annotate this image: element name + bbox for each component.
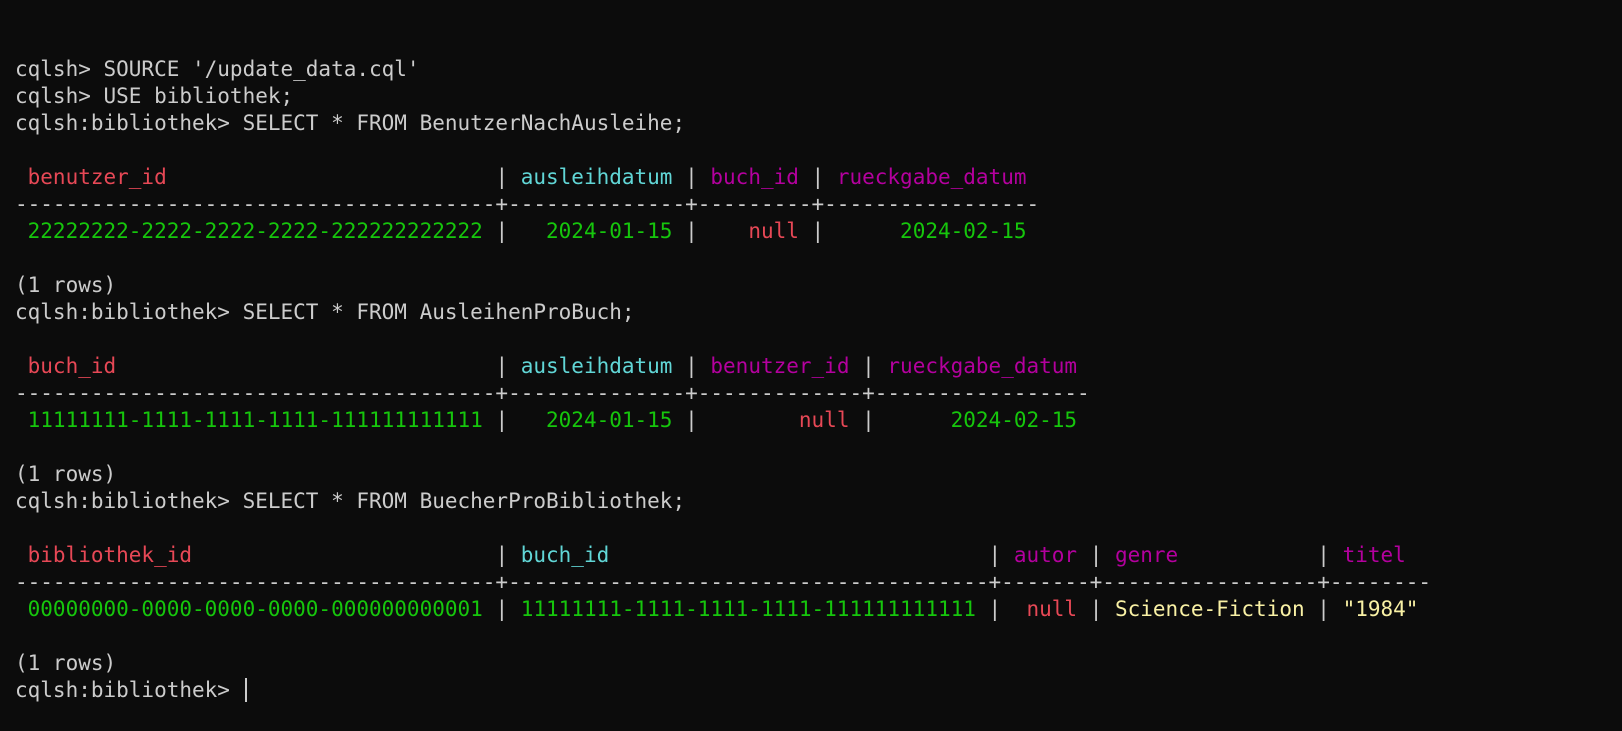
text-segment: cqlsh:bibliothek> SELECT * FROM Benutzer…	[15, 111, 686, 135]
text-segment: 2024-02-15	[900, 219, 1027, 243]
table-row: 00000000-0000-0000-0000-000000000001 | 1…	[15, 596, 1622, 623]
text-segment: autor	[1013, 543, 1078, 567]
text-segment: |	[672, 408, 799, 432]
text-segment: --------------------------------------+-…	[15, 192, 1040, 216]
text-segment: --------------------------------------+-…	[15, 570, 1432, 594]
table-separator: --------------------------------------+-…	[15, 569, 1622, 596]
text-segment: 11111111-1111-1111-1111-111111111111	[520, 597, 976, 621]
text-segment: |	[672, 165, 711, 189]
text-segment: cqlsh> USE bibliothek;	[15, 84, 294, 108]
text-segment: |	[1304, 597, 1343, 621]
text-segment: cqlsh:bibliothek> SELECT * FROM BuecherP…	[15, 489, 686, 513]
text-segment: rueckgabe_datum	[887, 354, 1078, 378]
text-segment: 2024-01-15	[546, 408, 673, 432]
text-segment: |	[975, 543, 1014, 567]
text-segment: benutzer_id	[710, 354, 850, 378]
text-segment: null	[748, 219, 799, 243]
table-separator: --------------------------------------+-…	[15, 191, 1622, 218]
text-segment: |	[1304, 543, 1343, 567]
text-segment: cqlsh> SOURCE '/update_data.cql'	[15, 57, 420, 81]
text-segment: null	[1026, 597, 1078, 621]
row-count: (1 rows)	[15, 272, 1622, 299]
text-segment: ausleihdatum	[520, 165, 673, 189]
text-segment: 00000000-0000-0000-0000-000000000001	[15, 597, 483, 621]
terminal-output: cqlsh> SOURCE '/update_data.cql' cqlsh> U…	[15, 56, 1622, 704]
text-segment: benutzer_id	[15, 165, 496, 189]
text-segment: |	[482, 408, 547, 432]
text-cursor[interactable]	[244, 678, 247, 702]
text-segment: |	[672, 219, 749, 243]
text-segment: 2024-02-15	[950, 408, 1078, 432]
text-segment: |	[849, 408, 951, 432]
text-segment: |	[482, 219, 547, 243]
text-segment: |	[495, 354, 521, 378]
text-segment: 22222222-2222-2222-2222-222222222222	[15, 219, 483, 243]
text-segment: cqlsh:bibliothek>	[15, 678, 243, 702]
text-segment: titel	[1342, 543, 1406, 567]
text-segment: |	[798, 165, 837, 189]
text-segment: |	[1077, 543, 1115, 567]
prompt-line: cqlsh:bibliothek> SELECT * FROM Benutzer…	[15, 110, 1622, 137]
text-segment: |	[798, 219, 901, 243]
text-segment: buch_id	[520, 543, 976, 567]
text-segment: |	[495, 165, 521, 189]
text-segment: |	[975, 597, 1027, 621]
text-segment: |	[1077, 597, 1115, 621]
prompt-line: cqlsh:bibliothek> SELECT * FROM Ausleihe…	[15, 299, 1622, 326]
text-segment: (1 rows)	[15, 651, 117, 675]
prompt-line: cqlsh> USE bibliothek;	[15, 83, 1622, 110]
text-segment: rueckgabe_datum	[836, 165, 1027, 189]
text-segment: cqlsh:bibliothek> SELECT * FROM Ausleihe…	[15, 300, 635, 324]
prompt-line: cqlsh> SOURCE '/update_data.cql'	[15, 56, 1622, 83]
text-segment: |	[849, 354, 888, 378]
text-segment: genre	[1114, 543, 1305, 567]
text-segment: |	[495, 543, 521, 567]
text-segment: buch_id	[15, 354, 496, 378]
text-segment: 2024-01-15	[546, 219, 673, 243]
text-segment: bibliothek_id	[15, 543, 496, 567]
text-segment: 11111111-1111-1111-1111-111111111111	[15, 408, 483, 432]
text-segment: (1 rows)	[15, 273, 117, 297]
row-count: (1 rows)	[15, 461, 1622, 488]
text-segment: null	[798, 408, 850, 432]
text-segment: |	[672, 354, 711, 378]
table-header-row: buch_id | ausleihdatum | benutzer_id | r…	[15, 353, 1622, 380]
terminal-window[interactable]: cqlsh> SOURCE '/update_data.cql' cqlsh> U…	[0, 0, 1622, 702]
text-segment: ausleihdatum	[520, 354, 673, 378]
text-segment: Science-Fiction	[1114, 597, 1305, 621]
text-segment: buch_id	[710, 165, 799, 189]
table-header-row: bibliothek_id | buch_id | autor | genre …	[15, 542, 1622, 569]
text-segment: |	[482, 597, 521, 621]
table-header-row: benutzer_id | ausleihdatum | buch_id | r…	[15, 164, 1622, 191]
text-segment: "1984"	[1342, 597, 1419, 621]
table-separator: --------------------------------------+-…	[15, 380, 1622, 407]
prompt-line: cqlsh:bibliothek> SELECT * FROM BuecherP…	[15, 488, 1622, 515]
table-row: 11111111-1111-1111-1111-111111111111 | 2…	[15, 407, 1622, 434]
text-segment: --------------------------------------+-…	[15, 381, 1090, 405]
active-prompt: cqlsh:bibliothek>	[15, 677, 1622, 704]
table-row: 22222222-2222-2222-2222-222222222222 | 2…	[15, 218, 1622, 245]
row-count: (1 rows)	[15, 650, 1622, 677]
text-segment: (1 rows)	[15, 462, 117, 486]
